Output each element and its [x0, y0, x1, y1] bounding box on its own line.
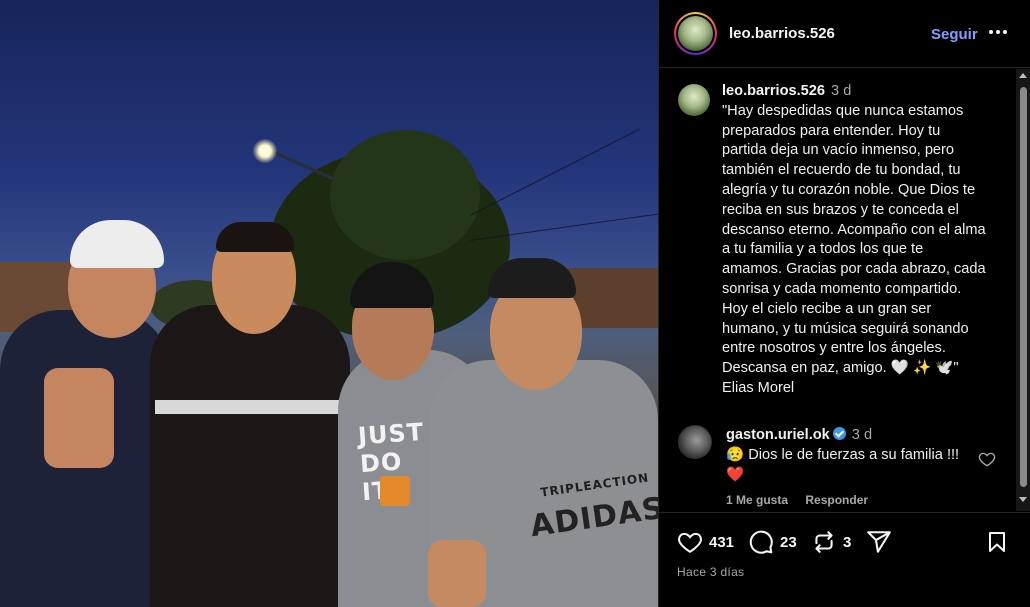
bookmark-icon[interactable]: [985, 529, 1009, 555]
scroll-up-arrow-icon[interactable]: [1019, 73, 1027, 78]
post-header: leo.barrios.526 Seguir: [659, 0, 1030, 68]
heart-icon[interactable]: [677, 529, 703, 555]
post-side-panel: leo.barrios.526 Seguir leo.barrios.526 3 …: [658, 0, 1030, 607]
comments-scroll-area[interactable]: leo.barrios.526 3 d "Hay despedidas que n…: [659, 69, 1030, 511]
comment-text: 😥 Dios le de fuerzas a su familia !!! ❤️: [726, 447, 960, 483]
more-options-icon[interactable]: [989, 30, 1007, 36]
tree: [330, 130, 480, 260]
post-date: Hace 3 días: [677, 565, 745, 579]
scrollbar-thumb[interactable]: [1020, 87, 1027, 487]
power-wire: [469, 128, 640, 216]
share-action[interactable]: [866, 529, 892, 555]
comments-count[interactable]: 23: [780, 534, 797, 551]
reposts-count[interactable]: 3: [843, 534, 851, 551]
caption-author-avatar[interactable]: [678, 84, 710, 116]
like-action[interactable]: 431: [677, 529, 734, 555]
author-avatar-story-ring[interactable]: [674, 12, 717, 55]
comment-action[interactable]: 23: [748, 529, 797, 555]
caption-time: 3 d: [831, 83, 852, 99]
comment-time: 3 d: [851, 427, 873, 443]
comment-reply-button[interactable]: Responder: [805, 493, 868, 507]
repost-icon[interactable]: [811, 529, 837, 555]
follow-button[interactable]: Seguir: [931, 26, 978, 43]
post-actions-bar: 431 23 3 Hace 3 días: [659, 512, 1030, 607]
repost-action[interactable]: 3: [811, 529, 851, 555]
comment-bubble-icon[interactable]: [748, 529, 774, 555]
share-paper-plane-icon[interactable]: [866, 529, 892, 555]
author-avatar[interactable]: [678, 16, 713, 51]
street-light: [253, 139, 277, 163]
author-username[interactable]: leo.barrios.526: [729, 25, 835, 42]
verified-badge-icon: [832, 427, 846, 440]
commenter-username[interactable]: gaston.uriel.ok: [726, 427, 830, 443]
scroll-down-arrow-icon[interactable]: [1019, 497, 1027, 502]
comment-like-heart-icon[interactable]: [978, 450, 996, 468]
caption-text: "Hay despedidas que nunca estamos prepar…: [722, 102, 986, 396]
caption-username[interactable]: leo.barrios.526: [722, 83, 825, 99]
save-action[interactable]: [985, 529, 1009, 555]
commenter-avatar[interactable]: [678, 425, 712, 459]
post-photo[interactable]: JUST DO IT. TRIPLEACTION ADIDAS: [0, 0, 658, 607]
comment-likes-count[interactable]: 1 Me gusta: [726, 493, 788, 507]
likes-count[interactable]: 431: [709, 534, 734, 551]
panel-scrollbar[interactable]: [1016, 69, 1030, 511]
